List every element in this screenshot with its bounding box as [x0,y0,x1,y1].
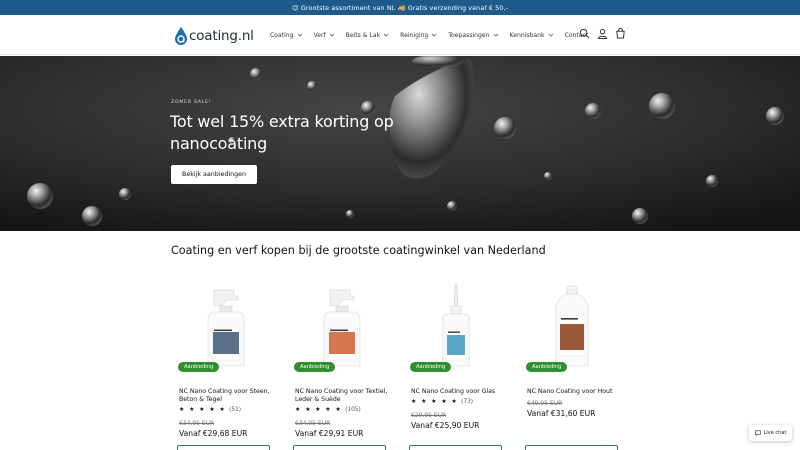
review-count: (51) [229,407,242,413]
nav-label: Coating [270,31,294,39]
product-name[interactable]: NC Nano Coating voor Steen, Beton & Tege… [179,388,275,404]
rating-stars: ★ ★ ★ ★ ★ (51) [179,406,241,413]
old-price: €34,95 EUR [295,420,331,427]
nav-item-toepassingen[interactable]: Toepassingen [448,32,498,39]
chevron-down-icon [329,33,334,37]
live-chat-label: Live chat [763,430,787,436]
rating-stars: ★ ★ ★ ★ ★ (105) [295,406,361,413]
old-price: €29,95 EUR [411,412,447,419]
nav-label: Beits & Lak [345,31,381,39]
hero-title: Tot wel 15% extra korting op nanocoating [170,112,394,153]
product-image-dropper-bottle [442,283,470,367]
chat-bubble-icon [754,430,761,436]
nav-label: Kennisbank [509,31,545,39]
header-icons [572,28,626,39]
old-price: €49,95 EUR [527,400,563,407]
review-count: (105) [345,407,361,413]
announcement-text: 😉 Grootste assortiment van NL 🚚 Gratis v… [291,3,509,12]
nav-item-beits-lak[interactable]: Beits & Lak [346,32,389,39]
product-image-spray-bottle [207,289,245,367]
sale-badge: Aanbieding [410,362,452,372]
sale-badge: Aanbieding [294,362,336,372]
announcement-bar: 😉 Grootste assortiment van NL 🚚 Gratis v… [0,0,800,15]
stars-glyphs: ★ ★ ★ ★ ★ [411,398,459,405]
rating-stars: ★ ★ ★ ★ ★ (73) [411,398,473,405]
chevron-down-icon [548,33,553,37]
old-price: €34,95 EUR [179,420,215,427]
logo-droplet-icon [175,27,187,45]
add-to-cart-button[interactable] [409,445,502,450]
site-header: coating.nl Coating Verf Beits & Lak Rein… [0,15,800,55]
sale-price: Vanaf €25,90 EUR [411,421,480,430]
add-to-cart-button[interactable] [293,445,386,450]
review-count: (73) [461,399,474,405]
nav-item-verf[interactable]: Verf [314,32,335,39]
chevron-down-icon [297,33,302,37]
add-to-cart-button[interactable] [525,445,618,450]
nav-label: Verf [313,31,326,39]
logo-text: coating.nl [189,28,254,44]
nav-item-kennisbank[interactable]: Kennisbank [510,32,554,39]
live-chat-button[interactable]: Live chat [749,425,792,441]
hero-banner: ZOMER SALE! Tot wel 15% extra korting op… [0,56,800,231]
nav-item-reiniging[interactable]: Reiniging [400,32,437,39]
product-image-spray-bottle [323,289,361,367]
stars-glyphs: ★ ★ ★ ★ ★ [295,406,343,413]
account-icon[interactable] [597,28,608,39]
product-name[interactable]: NC Nano Coating voor Hout [527,388,623,396]
section-title: Coating en verf kopen bij de grootste co… [171,244,546,257]
nav-label: Toepassingen [448,31,490,39]
nav-item-coating[interactable]: Coating [270,32,303,39]
chevron-down-icon [493,33,498,37]
view-offers-button[interactable]: Bekijk aanbiedingen [171,165,257,184]
product-name[interactable]: NC Nano Coating voor Glas [411,388,507,396]
sale-badge: Aanbieding [178,362,220,372]
hero-eyebrow: ZOMER SALE! [171,100,212,105]
sale-price: Vanaf €29,91 EUR [295,429,364,438]
cart-icon[interactable] [615,28,626,39]
nav-label: Reiniging [400,31,429,39]
sale-badge: Aanbieding [526,362,568,372]
product-image-liter-bottle [555,285,589,367]
add-to-cart-button[interactable] [177,445,270,450]
chevron-down-icon [383,33,389,37]
main-nav: Coating Verf Beits & Lak Reiniging Toepa… [270,15,599,55]
search-icon[interactable] [579,28,590,39]
sale-price: Vanaf €29,68 EUR [179,429,248,438]
stars-glyphs: ★ ★ ★ ★ ★ [179,406,227,413]
sale-price: Vanaf €31,60 EUR [527,409,596,418]
logo[interactable]: coating.nl [175,25,254,47]
chevron-down-icon [432,33,437,37]
product-name[interactable]: NC Nano Coating voor Textiel, Leder & Su… [295,388,391,404]
